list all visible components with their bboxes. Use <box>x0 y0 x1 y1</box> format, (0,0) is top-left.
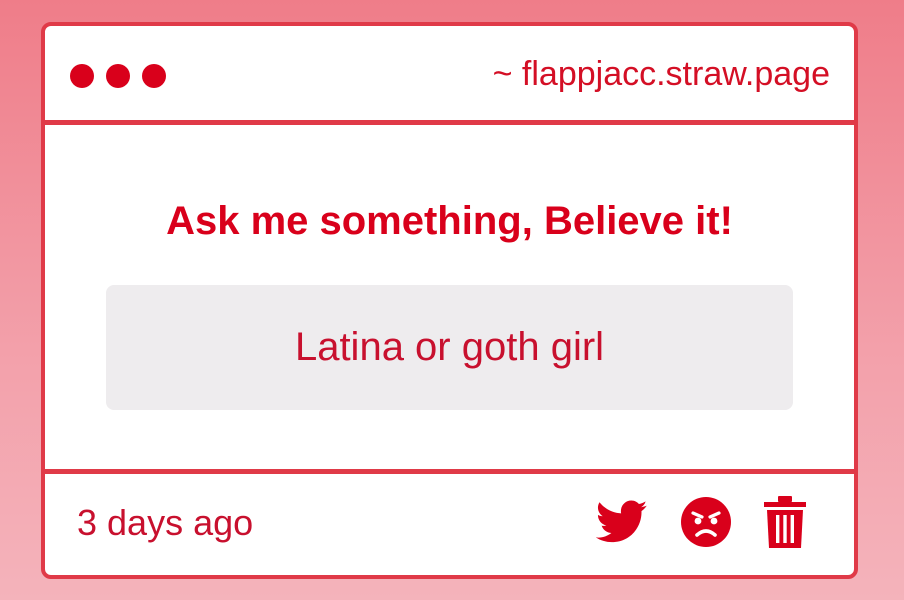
report-button[interactable] <box>680 496 732 548</box>
post-content: Ask me something, Believe it! Latina or … <box>45 125 854 469</box>
delete-button[interactable] <box>764 496 806 548</box>
post-actions <box>596 496 806 548</box>
twitter-icon <box>596 500 648 543</box>
question-box: Latina or goth girl <box>106 285 793 410</box>
window-dot-maximize[interactable] <box>142 64 166 88</box>
window-controls <box>70 64 166 88</box>
window-titlebar: ~ flappjacc.straw.page <box>45 26 854 125</box>
window-dot-minimize[interactable] <box>106 64 130 88</box>
page-heading: Ask me something, Believe it! <box>166 199 733 243</box>
post-timestamp: 3 days ago <box>77 502 254 543</box>
trash-icon <box>764 496 806 548</box>
twitter-share-button[interactable] <box>596 500 648 544</box>
page-url[interactable]: ~ flappjacc.straw.page <box>493 55 830 94</box>
window-dot-close[interactable] <box>70 64 94 88</box>
post-footer: 3 days ago <box>45 469 854 575</box>
angry-face-icon <box>681 497 731 547</box>
post-card-window: ~ flappjacc.straw.page Ask me something,… <box>41 22 858 579</box>
question-text: Latina or goth girl <box>294 325 605 369</box>
